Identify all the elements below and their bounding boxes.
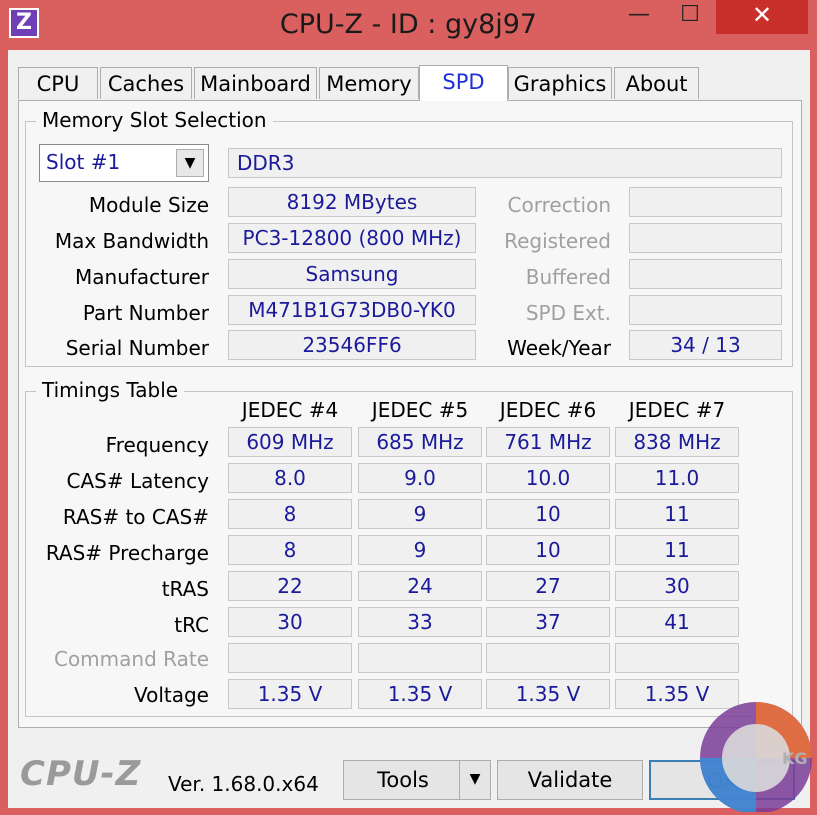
column-header-jedec-7: JEDEC #7: [628, 398, 726, 422]
cpu-z-logo: CPU-Z: [20, 754, 142, 794]
buffered-label: Buffered: [525, 265, 611, 289]
cas-latency-jedec-5: 9.0: [358, 463, 482, 493]
max-bandwidth-label: Max Bandwidth: [54, 229, 209, 253]
version-label: Ver. 1.68.0.x64: [168, 772, 319, 796]
tab-memory[interactable]: Memory: [319, 67, 419, 99]
tab-caches[interactable]: Caches: [100, 67, 192, 99]
ras-precharge-jedec-4: 8: [228, 535, 352, 565]
tab-mainboard[interactable]: Mainboard: [194, 67, 317, 99]
trc-jedec-4: 30: [228, 607, 352, 637]
cas-latency-jedec-7: 11.0: [615, 463, 739, 493]
trc-jedec-5: 33: [358, 607, 482, 637]
frequency-jedec-4: 609 MHz: [228, 427, 352, 457]
ras-precharge-label: RAS# Precharge: [45, 541, 209, 565]
serial-number-label: Serial Number: [65, 336, 209, 360]
spd-ext-field: [629, 295, 782, 325]
voltage-label: Voltage: [133, 683, 209, 707]
serial-number-field: 23546FF6: [228, 330, 476, 360]
spd-panel: Memory Slot Selection Slot #1 ▼ DDR3 Mod…: [18, 100, 802, 728]
frequency-jedec-6: 761 MHz: [486, 427, 610, 457]
tras-jedec-7: 30: [615, 571, 739, 601]
tras-label: tRAS: [161, 577, 209, 601]
manufacturer-field: Samsung: [228, 259, 476, 289]
module-size-label: Module Size: [88, 193, 209, 217]
window-client: CPU Caches Mainboard Memory SPD Graphics…: [8, 50, 810, 808]
tab-spd[interactable]: SPD: [419, 65, 508, 101]
trc-label: tRC: [174, 613, 209, 637]
slot-select[interactable]: Slot #1 ▼: [39, 144, 209, 182]
part-number-label: Part Number: [82, 301, 209, 325]
column-header-jedec-4: JEDEC #4: [241, 398, 339, 422]
memory-slot-selection-legend: Memory Slot Selection: [36, 108, 273, 132]
frequency-jedec-5: 685 MHz: [358, 427, 482, 457]
slot-select-value: Slot #1: [46, 150, 121, 174]
module-size-field: 8192 MBytes: [228, 187, 476, 217]
registered-label: Registered: [504, 229, 611, 253]
frequency-jedec-7: 838 MHz: [615, 427, 739, 457]
command-rate-jedec-4: [228, 643, 352, 673]
tools-button-label: Tools: [377, 768, 429, 792]
column-header-jedec-5: JEDEC #5: [371, 398, 469, 422]
tab-cpu[interactable]: CPU: [18, 67, 98, 99]
tab-graphics[interactable]: Graphics: [508, 67, 612, 99]
command-rate-label: Command Rate: [53, 647, 209, 671]
cas-latency-jedec-4: 8.0: [228, 463, 352, 493]
ras-precharge-jedec-6: 10: [486, 535, 610, 565]
kg-watermark-logo: KG: [700, 702, 812, 812]
buffered-field: [629, 259, 782, 289]
tras-jedec-4: 22: [228, 571, 352, 601]
frequency-label: Frequency: [105, 433, 209, 457]
manufacturer-label: Manufacturer: [75, 265, 209, 289]
max-bandwidth-field: PC3-12800 (800 MHz): [228, 223, 476, 253]
ras-to-cas-jedec-5: 9: [358, 499, 482, 529]
tras-jedec-5: 24: [358, 571, 482, 601]
minimize-button[interactable]: —: [614, 0, 664, 34]
tools-button[interactable]: Tools ▼: [343, 760, 491, 800]
ras-precharge-jedec-5: 9: [358, 535, 482, 565]
command-rate-jedec-7: [615, 643, 739, 673]
close-button[interactable]: ✕: [716, 0, 808, 34]
ras-to-cas-label: RAS# to CAS#: [62, 505, 209, 529]
ras-to-cas-jedec-7: 11: [615, 499, 739, 529]
part-number-field: M471B1G73DB0-YK0: [228, 295, 476, 325]
voltage-jedec-6: 1.35 V: [486, 679, 610, 709]
chevron-down-icon[interactable]: ▼: [459, 761, 490, 799]
chevron-down-icon[interactable]: ▼: [176, 149, 204, 177]
column-header-jedec-6: JEDEC #6: [499, 398, 597, 422]
voltage-jedec-4: 1.35 V: [228, 679, 352, 709]
correction-label: Correction: [507, 193, 611, 217]
validate-button[interactable]: Validate: [497, 760, 643, 800]
kg-watermark-text: KG: [782, 749, 808, 768]
ras-to-cas-jedec-6: 10: [486, 499, 610, 529]
trc-jedec-7: 41: [615, 607, 739, 637]
ras-precharge-jedec-7: 11: [615, 535, 739, 565]
cas-latency-label: CAS# Latency: [66, 469, 209, 493]
cas-latency-jedec-6: 10.0: [486, 463, 610, 493]
correction-field: [629, 187, 782, 217]
title-bar: Z CPU-Z - ID : gy8j97 — ☐ ✕: [0, 0, 817, 50]
command-rate-jedec-5: [358, 643, 482, 673]
spd-ext-label: SPD Ext.: [525, 301, 611, 325]
timings-table-legend: Timings Table: [36, 378, 185, 402]
command-rate-jedec-6: [486, 643, 610, 673]
ras-to-cas-jedec-4: 8: [228, 499, 352, 529]
week-year-label: Week/Year: [507, 336, 611, 360]
maximize-button[interactable]: ☐: [664, 0, 716, 34]
registered-field: [629, 223, 782, 253]
memory-type-field: DDR3: [228, 148, 782, 178]
trc-jedec-6: 37: [486, 607, 610, 637]
week-year-field: 34 / 13: [629, 330, 782, 360]
voltage-jedec-5: 1.35 V: [358, 679, 482, 709]
tab-about[interactable]: About: [614, 67, 699, 99]
tras-jedec-6: 27: [486, 571, 610, 601]
